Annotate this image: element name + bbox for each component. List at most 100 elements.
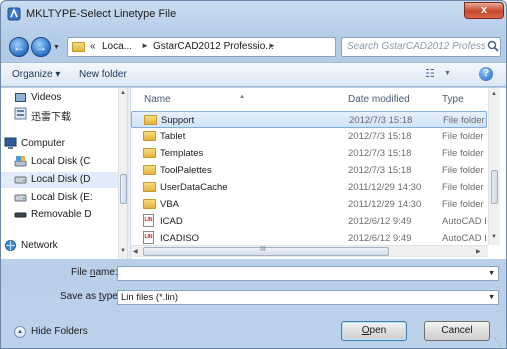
scroll-left-arrow-icon[interactable]: ◀ [133, 248, 138, 255]
recent-pages-dropdown-icon[interactable]: ▼ [53, 44, 60, 51]
collapse-up-icon: ▲ [14, 326, 26, 338]
nav-scrollbar-thumb[interactable] [120, 174, 127, 204]
organize-menu[interactable]: Organize ▾ [12, 69, 60, 80]
file-row[interactable]: UserDataCache 2011/12/29 14:30 File fold… [131, 179, 487, 196]
chevron-down-icon[interactable]: ▼ [488, 294, 495, 301]
file-row[interactable]: ToolPalettes 2012/7/3 15:18 File folder [131, 162, 487, 179]
nav-pane-scrollbar[interactable]: ▲ ▼ [118, 88, 127, 259]
nav-item-network[interactable]: Network [1, 238, 118, 254]
system-drive-icon [14, 156, 27, 167]
scroll-right-arrow-icon[interactable]: ▶ [476, 248, 481, 255]
folder-icon [143, 165, 156, 175]
nav-item-local-disk-d[interactable]: Local Disk (D [1, 172, 118, 188]
window-title: MKLTYPE-Select Linetype File [26, 8, 177, 20]
folder-icon [144, 115, 157, 125]
download-icon [14, 107, 27, 120]
drive-icon [14, 176, 27, 184]
folder-icon [143, 199, 156, 209]
file-name: Support [161, 115, 195, 126]
close-button[interactable]: x [464, 2, 504, 19]
save-as-type-value: Lin files (*.lin) [121, 292, 179, 303]
file-type: File folder [443, 115, 485, 126]
cancel-button[interactable]: Cancel [424, 321, 490, 341]
search-input[interactable]: Search GstarCAD2012 Professi... [341, 37, 501, 57]
search-icon[interactable] [487, 40, 499, 52]
view-dropdown-icon[interactable]: ▼ [444, 70, 451, 77]
title-bar[interactable]: MKLTYPE-Select Linetype File x [1, 1, 506, 29]
file-list-horizontal-scrollbar[interactable]: ◀ III ▶ [131, 245, 488, 257]
file-type: AutoCAD L [442, 233, 486, 244]
video-icon [15, 93, 26, 102]
column-header-name[interactable]: Name [144, 94, 171, 105]
hide-folders-button[interactable]: ▲ Hide Folders [14, 325, 104, 339]
forward-button[interactable]: → [31, 37, 51, 57]
folder-icon [143, 182, 156, 192]
nav-item-label: Removable D [31, 209, 92, 220]
file-name: ICAD [160, 216, 183, 227]
file-list-pane: ▲ Name Date modified Type Support 2012/7… [131, 88, 506, 259]
breadcrumb-item[interactable]: Loca... [102, 41, 132, 52]
file-name: Tablet [160, 131, 186, 142]
navigation-pane: Videos 迅雷下载 Computer Local Disk (C Local… [1, 88, 127, 259]
view-options-icon[interactable]: ☷ [425, 67, 435, 80]
file-name: ToolPalettes [160, 165, 212, 176]
nav-item-computer[interactable]: Computer [1, 136, 118, 152]
column-header-date-modified[interactable]: Date modified [348, 94, 410, 105]
file-date: 2012/6/12 9:49 [348, 216, 412, 227]
nav-item-label: Local Disk (D [31, 174, 91, 185]
file-type: File folder [442, 182, 484, 193]
file-row[interactable]: LIN ICADISO 2012/6/12 9:49 AutoCAD L [131, 230, 487, 244]
folder-icon [143, 131, 156, 141]
resize-grip-icon[interactable]: ⋱ [494, 337, 502, 346]
scroll-down-arrow-icon[interactable]: ▼ [491, 234, 497, 240]
address-row: ← → ▼ « Loca... ► GstarCAD2012 Professio… [1, 31, 506, 59]
file-date: 2011/12/29 14:30 [348, 199, 422, 210]
back-button[interactable]: ← [9, 37, 29, 57]
help-icon[interactable]: ? [479, 67, 493, 81]
breadcrumb-separator-icon[interactable]: ► [141, 41, 149, 50]
file-row[interactable]: VBA 2011/12/29 14:30 File folder [131, 196, 487, 213]
nav-item-label: Computer [21, 138, 65, 149]
address-bar[interactable]: « Loca... ► GstarCAD2012 Professio... ► … [67, 37, 400, 57]
nav-item-removable-disk[interactable]: Removable D [1, 207, 118, 223]
chevron-down-icon[interactable]: ▼ [488, 270, 495, 277]
file-date: 2012/6/12 9:49 [348, 233, 412, 244]
breadcrumb-overflow[interactable]: « [90, 41, 96, 52]
linetype-file-icon: LIN [143, 231, 154, 244]
file-date: 2012/7/3 15:18 [348, 131, 412, 142]
nav-item-label: Videos [31, 92, 62, 103]
breadcrumb-separator-icon[interactable]: ► [268, 41, 276, 50]
breadcrumb-item[interactable]: GstarCAD2012 Professio... [153, 41, 274, 52]
content-area: Videos 迅雷下载 Computer Local Disk (C Local… [1, 88, 506, 259]
file-row[interactable]: Templates 2012/7/3 15:18 File folder [131, 145, 487, 162]
nav-item-label: Local Disk (E: [31, 192, 93, 203]
command-toolbar: Organize ▾ New folder ☷ ▼ ? [1, 62, 506, 87]
file-date: 2012/7/3 15:18 [348, 148, 412, 159]
file-name-label: File name: [71, 267, 118, 278]
scroll-down-arrow-icon[interactable]: ▼ [120, 248, 126, 254]
file-row[interactable]: Support 2012/7/3 15:18 File folder [131, 111, 487, 128]
column-header-type[interactable]: Type [442, 94, 464, 105]
scroll-up-arrow-icon[interactable]: ▲ [491, 91, 497, 97]
nav-item-local-disk-e[interactable]: Local Disk (E: [1, 190, 118, 206]
nav-item-videos[interactable]: Videos [1, 90, 118, 106]
file-name-input[interactable]: ▼ [117, 266, 499, 281]
scroll-up-arrow-icon[interactable]: ▲ [120, 90, 126, 96]
file-name: UserDataCache [160, 182, 228, 193]
sort-ascending-icon: ▲ [239, 94, 245, 100]
file-row[interactable]: Tablet 2012/7/3 15:18 File folder [131, 128, 487, 145]
nav-item-local-disk-c[interactable]: Local Disk (C [1, 154, 118, 170]
open-button[interactable]: Open [341, 321, 407, 341]
network-icon [5, 240, 16, 251]
nav-item-xunlei-downloads[interactable]: 迅雷下载 [1, 106, 118, 122]
file-type: File folder [442, 148, 484, 159]
file-row[interactable]: LIN ICAD 2012/6/12 9:49 AutoCAD L [131, 213, 487, 230]
hide-folders-label: Hide Folders [31, 326, 88, 337]
file-scrollbar-thumb[interactable] [491, 170, 498, 204]
save-as-type-select[interactable]: Lin files (*.lin) ▼ [117, 290, 499, 305]
file-date: 2011/12/29 14:30 [348, 182, 422, 193]
new-folder-button[interactable]: New folder [79, 69, 127, 80]
file-list-vertical-scrollbar[interactable]: ▲ ▼ [488, 88, 500, 245]
horizontal-scrollbar-thumb[interactable]: III [143, 246, 389, 256]
nav-item-label: 迅雷下载 [31, 112, 71, 122]
